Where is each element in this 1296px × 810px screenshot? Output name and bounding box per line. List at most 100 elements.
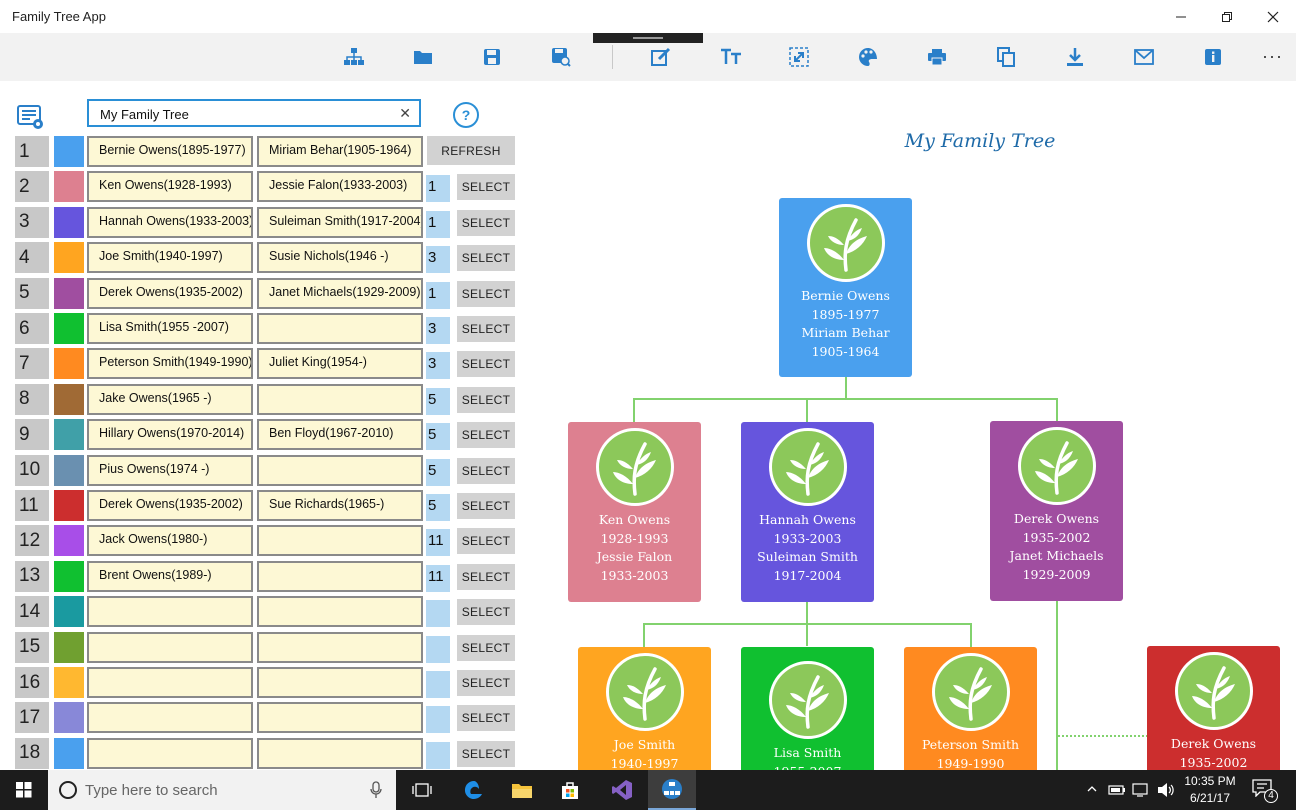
text-size-icon[interactable] — [715, 41, 747, 73]
spouse-name-field[interactable] — [257, 702, 423, 734]
spouse-name-field[interactable] — [257, 596, 423, 628]
family-card-peterson[interactable]: Peterson Smith 1949-1990 — [904, 647, 1037, 770]
action-center-button[interactable]: 4 — [1252, 779, 1278, 803]
parent-row-field[interactable] — [426, 706, 450, 734]
family-card-bernie[interactable]: Bernie Owens 1895-1977 Miriam Behar 1905-19… — [779, 198, 912, 377]
parent-row-field[interactable]: 1 — [426, 210, 450, 238]
color-swatch[interactable] — [54, 419, 84, 451]
parent-row-field[interactable] — [426, 635, 450, 663]
hierarchy-icon[interactable] — [338, 41, 370, 73]
microphone-icon[interactable] — [370, 781, 382, 799]
color-swatch[interactable] — [54, 490, 84, 521]
person-name-field[interactable]: Bernie Owens(1895-1977) — [87, 136, 253, 167]
select-button[interactable]: SELECT — [457, 386, 515, 413]
select-button[interactable]: SELECT — [457, 209, 515, 236]
select-button[interactable]: SELECT — [457, 634, 515, 661]
color-swatch[interactable] — [54, 277, 84, 309]
color-swatch[interactable] — [54, 667, 84, 698]
edge-icon[interactable] — [450, 770, 498, 810]
parent-row-field[interactable] — [426, 671, 450, 698]
color-swatch[interactable] — [54, 383, 84, 415]
tree-name-input[interactable] — [98, 106, 392, 123]
download-icon[interactable] — [1059, 41, 1091, 73]
parent-row-field[interactable]: 11 — [426, 564, 450, 592]
help-button[interactable]: ? — [453, 102, 479, 128]
family-card-joe[interactable]: Joe Smith 1940-1997 — [578, 647, 711, 770]
close-button[interactable] — [1250, 0, 1296, 33]
spouse-name-field[interactable] — [257, 313, 423, 344]
select-button[interactable]: SELECT — [457, 705, 515, 732]
color-swatch[interactable] — [54, 206, 84, 238]
parent-row-field[interactable] — [426, 741, 450, 769]
mail-icon[interactable] — [1128, 41, 1160, 73]
family-card-lisa[interactable]: Lisa Smith 1955-2007 — [741, 647, 874, 770]
copy-icon[interactable] — [990, 41, 1022, 73]
select-button[interactable]: SELECT — [457, 245, 515, 272]
edit-icon[interactable] — [645, 41, 677, 73]
person-name-field[interactable]: Derek Owens(1935-2002) — [87, 490, 253, 521]
parent-row-field[interactable]: 3 — [426, 246, 450, 274]
person-name-field[interactable]: Jack Owens(1980-) — [87, 525, 253, 557]
file-explorer-icon[interactable] — [498, 770, 546, 810]
spouse-name-field[interactable] — [257, 737, 423, 769]
color-swatch[interactable] — [54, 560, 84, 592]
parent-row-field[interactable]: 1 — [426, 175, 450, 203]
restore-button[interactable] — [1204, 0, 1250, 33]
visual-studio-icon[interactable] — [598, 770, 646, 810]
color-swatch[interactable] — [54, 136, 84, 167]
system-clock[interactable]: 10:35 PM 6/21/17 — [1180, 773, 1240, 807]
select-button[interactable]: SELECT — [457, 351, 515, 378]
person-name-field[interactable]: Peterson Smith(1949-1990) — [87, 348, 253, 380]
family-card-hannah[interactable]: Hannah Owens 1933-2003 Suleiman Smith 1917-… — [741, 422, 874, 602]
network-icon[interactable] — [1132, 782, 1152, 798]
parent-row-field[interactable]: 5 — [426, 387, 450, 415]
color-swatch[interactable] — [54, 242, 84, 274]
family-card-derek2[interactable]: Derek Owens 1935-2002 — [1147, 646, 1280, 770]
tree-name-field[interactable]: ✕ — [87, 99, 421, 127]
info-icon[interactable] — [1197, 41, 1229, 73]
select-button[interactable]: SELECT — [457, 670, 515, 696]
person-name-field[interactable]: Hillary Owens(1970-2014) — [87, 419, 253, 451]
select-button[interactable]: SELECT — [457, 174, 515, 201]
color-swatch[interactable] — [54, 171, 84, 203]
color-swatch[interactable] — [54, 525, 84, 557]
spouse-name-field[interactable]: Susie Nichols(1946 -) — [257, 242, 423, 274]
parent-row-field[interactable]: 5 — [426, 423, 450, 451]
color-swatch[interactable] — [54, 596, 84, 628]
person-name-field[interactable] — [87, 667, 253, 698]
parent-row-field[interactable]: 11 — [426, 529, 450, 557]
color-swatch[interactable] — [54, 313, 84, 344]
person-name-field[interactable]: Lisa Smith(1955 -2007) — [87, 313, 253, 344]
family-card-derek[interactable]: Derek Owens 1935-2002 Janet Michaels 1929-2… — [990, 421, 1123, 601]
person-name-field[interactable]: Derek Owens(1935-2002) — [87, 277, 253, 309]
resize-icon[interactable] — [783, 41, 815, 73]
more-options-button[interactable]: ··· — [1262, 46, 1283, 67]
person-name-field[interactable] — [87, 737, 253, 769]
palette-icon[interactable] — [852, 41, 884, 73]
spouse-name-field[interactable]: Miriam Behar(1905-1964) — [257, 136, 423, 167]
start-button[interactable] — [0, 770, 48, 810]
select-button[interactable]: SELECT — [457, 457, 515, 484]
spouse-name-field[interactable] — [257, 525, 423, 557]
select-button[interactable]: SELECT — [457, 740, 515, 767]
person-name-field[interactable] — [87, 702, 253, 734]
person-name-field[interactable]: Jake Owens(1965 -) — [87, 383, 253, 415]
refresh-button[interactable]: REFRESH — [427, 136, 515, 165]
print-icon[interactable] — [921, 41, 953, 73]
select-button[interactable]: SELECT — [457, 528, 515, 555]
color-swatch[interactable] — [54, 737, 84, 769]
toolbar-drag-handle[interactable] — [593, 33, 703, 43]
parent-row-field[interactable]: 3 — [426, 317, 450, 344]
spouse-name-field[interactable] — [257, 383, 423, 415]
select-button[interactable]: SELECT — [457, 316, 515, 342]
person-name-field[interactable]: Hannah Owens(1933-2003) — [87, 206, 253, 238]
spouse-name-field[interactable]: Juliet King(1954-) — [257, 348, 423, 380]
select-button[interactable]: SELECT — [457, 422, 515, 449]
color-swatch[interactable] — [54, 702, 84, 734]
spouse-name-field[interactable] — [257, 454, 423, 486]
spouse-name-field[interactable]: Ben Floyd(1967-2010) — [257, 419, 423, 451]
parent-row-field[interactable] — [426, 600, 450, 628]
spouse-name-field[interactable]: Janet Michaels(1929-2009) — [257, 277, 423, 309]
clear-icon[interactable]: ✕ — [399, 105, 411, 122]
person-name-field[interactable]: Brent Owens(1989-) — [87, 560, 253, 592]
